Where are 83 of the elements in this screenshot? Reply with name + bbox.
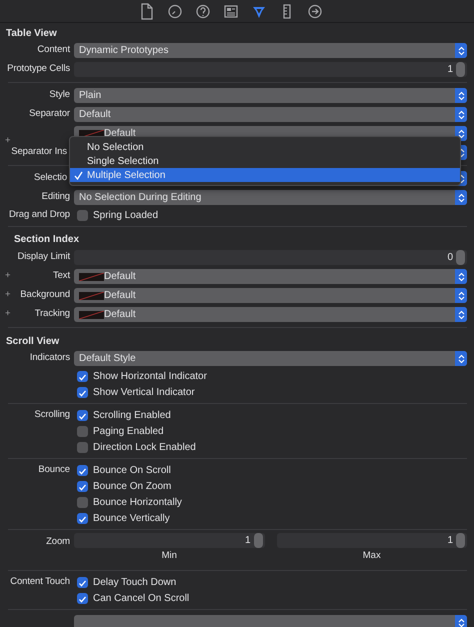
checkbox-label: Paging Enabled	[93, 424, 164, 438]
field-label: Selectio	[34, 172, 67, 184]
add-icon[interactable]: +	[5, 288, 10, 303]
color-popup[interactable]: Default	[74, 307, 467, 322]
number-field[interactable]: 1	[276, 533, 467, 548]
checkbox[interactable]	[77, 442, 88, 452]
field-label: Style	[49, 89, 70, 100]
field-caption: Min	[162, 549, 177, 560]
color-swatch-icon	[79, 292, 104, 300]
field-label: Bounce	[38, 464, 70, 475]
checkmark-icon	[74, 170, 83, 180]
popup-arrows-icon	[455, 107, 467, 122]
section-title: Scroll View	[5, 335, 60, 349]
checkbox[interactable]	[77, 576, 88, 588]
checkbox[interactable]	[77, 426, 88, 436]
add-icon[interactable]: +	[5, 269, 10, 284]
checkbox-label: Bounce On Scroll	[93, 464, 171, 478]
number-field[interactable]: 1	[74, 533, 264, 548]
field-label: Content	[37, 44, 70, 56]
checkbox-label: Bounce Horizontally	[93, 496, 182, 510]
number-field[interactable]: 1	[74, 62, 467, 77]
field-label: Editing	[42, 191, 70, 202]
checkbox[interactable]	[77, 410, 88, 420]
popup-button[interactable]: Default	[74, 107, 467, 122]
file-icon[interactable]	[139, 2, 155, 20]
field-label: Text	[52, 270, 70, 282]
checkbox[interactable]	[77, 496, 88, 508]
help-icon[interactable]	[195, 2, 211, 20]
field-label: Indicators	[30, 352, 70, 364]
field-caption: Max	[362, 549, 381, 560]
checkbox[interactable]	[77, 464, 88, 476]
popup-arrows-icon	[455, 615, 467, 627]
section-subtitle: Section Index	[14, 232, 80, 246]
field-label: Separator	[29, 108, 70, 120]
field-label: Prototype Cells	[7, 63, 70, 74]
popup-button[interactable]: Dynamic Prototypes	[74, 43, 467, 58]
popup-arrows-icon	[455, 88, 467, 103]
field-label: Content Touch	[10, 576, 70, 587]
checkbox-label: Direction Lock Enabled	[93, 440, 196, 454]
popup-button[interactable]: No Selection During Editing	[74, 190, 467, 205]
field-label: Separator Ins	[11, 146, 67, 158]
popup-button[interactable]: Default Style	[74, 351, 467, 366]
add-icon[interactable]: +	[5, 134, 10, 148]
field-label: Drag and Drop	[8, 208, 70, 220]
popup-arrows-icon	[455, 190, 467, 205]
checkbox-label: Can Cancel On Scroll	[93, 592, 190, 606]
color-swatch-icon	[79, 272, 104, 280]
add-icon[interactable]: +	[5, 307, 10, 322]
checkbox-label: Show Horizontal Indicator	[93, 370, 207, 384]
popup-button[interactable]: Plain	[74, 88, 467, 103]
field-label: Tracking	[34, 308, 70, 320]
number-field[interactable]: 0	[74, 250, 467, 265]
checkbox-label: Bounce Vertically	[93, 512, 170, 526]
checkbox[interactable]	[77, 210, 88, 220]
arrow-circle-icon[interactable]	[307, 2, 323, 20]
field-label: Background	[20, 289, 70, 300]
menu-item[interactable]: No Selection	[70, 140, 460, 154]
id-card-icon[interactable]	[223, 2, 239, 20]
popup-arrows-icon	[455, 351, 467, 366]
menu-item[interactable]: Multiple Selection	[70, 168, 460, 182]
color-swatch-icon	[79, 310, 104, 318]
checkbox-label: Scrolling Enabled	[93, 408, 171, 422]
popup-arrows-icon	[455, 43, 467, 58]
popup-arrows-icon	[455, 269, 467, 284]
checkbox[interactable]	[77, 480, 88, 492]
popup-arrows-icon	[455, 307, 467, 322]
menu-item[interactable]: Single Selection	[70, 154, 460, 168]
checkbox-label: Delay Touch Down	[93, 576, 176, 590]
field-label: Scrolling	[34, 408, 70, 420]
field-label: Display Limit	[17, 251, 70, 262]
checkbox-label: Show Vertical Indicator	[93, 386, 195, 400]
color-popup[interactable]: Default	[74, 288, 467, 303]
checkbox[interactable]	[77, 386, 88, 398]
color-popup[interactable]: Default	[74, 269, 467, 284]
checkbox[interactable]	[77, 592, 88, 604]
clock-icon[interactable]	[167, 2, 183, 20]
section-title: Table View	[5, 27, 58, 41]
checkbox-label: Spring Loaded	[93, 208, 158, 222]
checkbox-label: Bounce On Zoom	[93, 480, 172, 494]
popup-arrows-icon	[455, 288, 467, 303]
checkbox[interactable]	[77, 512, 88, 524]
checkbox[interactable]	[77, 370, 88, 382]
field-label: Zoom	[46, 536, 70, 547]
